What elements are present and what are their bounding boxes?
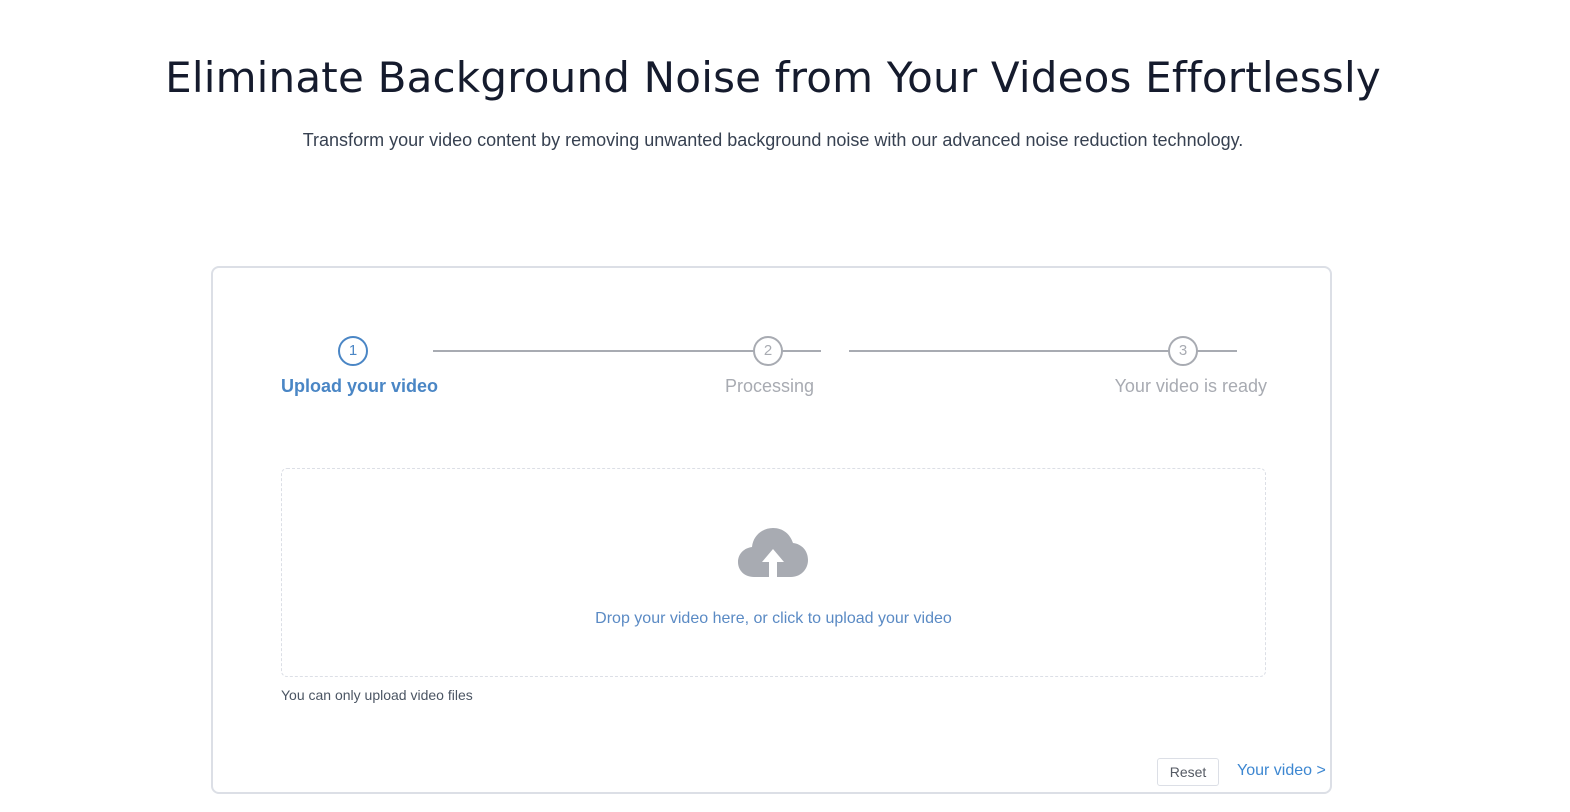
step-2-label: Processing [725,376,815,396]
cloud-upload-icon [738,528,808,577]
upload-hint: You can only upload video files [281,687,473,703]
step-1-label: Upload your video [281,376,439,396]
step-3-label: Your video is ready [1114,376,1267,396]
progress-steps: 1 2 3 Upload your video Processing Your … [281,336,1267,406]
dropzone-prompt: Drop your video here, or click to upload… [595,610,952,627]
step-1-indicator: 1 [338,336,368,366]
video-dropzone[interactable]: Drop your video here, or click to upload… [281,468,1266,677]
step-3-indicator: 3 [1168,336,1198,366]
page-subtitle: Transform your video content by removing… [302,130,1244,150]
page-title: Eliminate Background Noise from Your Vid… [165,53,1381,102]
step-2-indicator: 2 [753,336,783,366]
your-video-link[interactable]: Your video > [1237,761,1326,781]
reset-button[interactable]: Reset [1157,758,1219,786]
upload-card: 1 2 3 Upload your video Processing Your … [211,266,1332,794]
